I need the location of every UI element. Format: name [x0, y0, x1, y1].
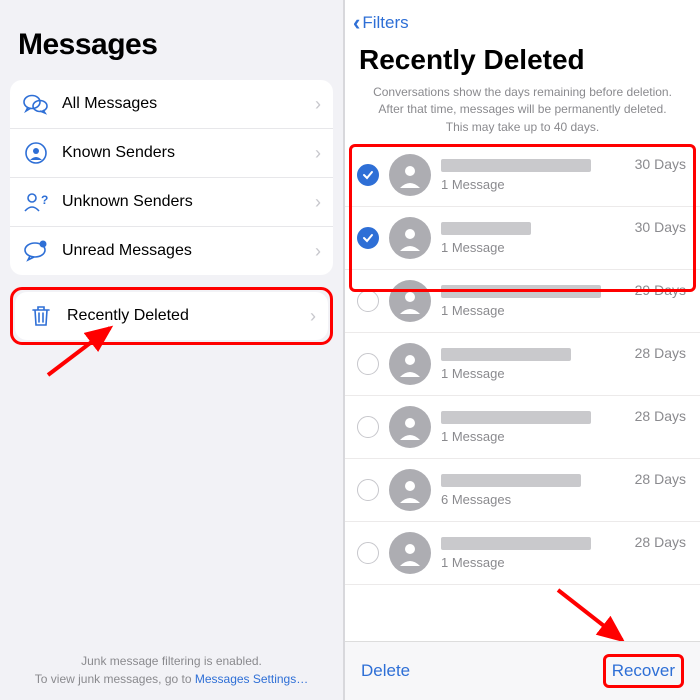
trash-icon: [27, 302, 55, 330]
redacted-name: [441, 348, 571, 361]
selection-checkbox[interactable]: [357, 416, 379, 438]
conversation-body: 1 Message: [441, 159, 625, 192]
messages-settings-link[interactable]: Messages Settings…: [195, 672, 308, 686]
redacted-name: [441, 222, 531, 235]
avatar-icon: [389, 154, 431, 196]
filter-known-senders[interactable]: Known Senders ›: [10, 128, 333, 177]
message-count: 1 Message: [441, 240, 625, 255]
selection-checkbox[interactable]: [357, 164, 379, 186]
avatar-icon: [389, 343, 431, 385]
delete-button[interactable]: Delete: [361, 661, 410, 681]
message-count: 1 Message: [441, 303, 625, 318]
svg-text:?: ?: [41, 193, 48, 207]
conversation-row[interactable]: 1 Message 28 Days: [345, 522, 700, 585]
filter-unknown-senders[interactable]: ? Unknown Senders ›: [10, 177, 333, 226]
days-remaining: 30 Days: [635, 217, 686, 235]
bottom-toolbar: Delete Recover: [345, 641, 700, 700]
conversation-body: 1 Message: [441, 348, 625, 381]
message-count: 1 Message: [441, 555, 625, 570]
filter-all-messages[interactable]: All Messages ›: [10, 80, 333, 128]
selection-checkbox[interactable]: [357, 353, 379, 375]
conversation-body: 1 Message: [441, 537, 625, 570]
days-remaining: 28 Days: [635, 343, 686, 361]
selection-checkbox[interactable]: [357, 227, 379, 249]
chevron-right-icon: ›: [315, 143, 321, 164]
conversation-row[interactable]: 1 Message 29 Days: [345, 270, 700, 333]
conversation-body: 1 Message: [441, 411, 625, 444]
conversation-row[interactable]: 1 Message 30 Days: [345, 207, 700, 270]
filters-list: All Messages › Known Senders › ? Unknown…: [10, 80, 333, 275]
recover-button[interactable]: Recover: [612, 661, 675, 681]
filter-label: Known Senders: [62, 144, 303, 162]
page-title: Recently Deleted: [345, 42, 700, 84]
avatar-icon: [389, 532, 431, 574]
days-remaining: 28 Days: [635, 469, 686, 487]
conversation-body: 6 Messages: [441, 474, 625, 507]
highlight-recently-deleted: Recently Deleted ›: [10, 287, 333, 345]
avatar-icon: [389, 406, 431, 448]
filter-label: Unread Messages: [62, 242, 303, 260]
conversation-body: 1 Message: [441, 222, 625, 255]
filter-recently-deleted[interactable]: Recently Deleted ›: [15, 292, 328, 340]
filter-label: Recently Deleted: [67, 307, 298, 325]
message-count: 1 Message: [441, 366, 625, 381]
redacted-name: [441, 285, 601, 298]
selection-checkbox[interactable]: [357, 479, 379, 501]
nav-bar: ‹ Filters: [345, 0, 700, 42]
selection-checkbox[interactable]: [357, 290, 379, 312]
days-remaining: 29 Days: [635, 280, 686, 298]
person-question-icon: ?: [22, 188, 50, 216]
redacted-name: [441, 411, 591, 424]
chevron-left-icon: ‹: [353, 10, 360, 36]
avatar-icon: [389, 280, 431, 322]
message-count: 1 Message: [441, 429, 625, 444]
chevron-right-icon: ›: [310, 306, 316, 327]
days-remaining: 28 Days: [635, 532, 686, 550]
avatar-icon: [389, 217, 431, 259]
person-circle-icon: [22, 139, 50, 167]
page-title: Messages: [10, 0, 333, 76]
junk-filtering-notice: Junk message filtering is enabled. To vi…: [0, 652, 343, 688]
redacted-name: [441, 537, 591, 550]
conversation-row[interactable]: 6 Messages 28 Days: [345, 459, 700, 522]
back-to-filters[interactable]: ‹ Filters: [353, 10, 409, 36]
chevron-right-icon: ›: [315, 192, 321, 213]
message-count: 6 Messages: [441, 492, 625, 507]
message-count: 1 Message: [441, 177, 625, 192]
selection-checkbox[interactable]: [357, 542, 379, 564]
conversation-row[interactable]: 1 Message 30 Days: [345, 144, 700, 207]
redacted-name: [441, 159, 591, 172]
messages-filters-pane: Messages All Messages › Known Senders › …: [0, 0, 345, 700]
redacted-name: [441, 474, 581, 487]
conversation-body: 1 Message: [441, 285, 625, 318]
filter-label: Unknown Senders: [62, 193, 303, 211]
conversation-row[interactable]: 1 Message 28 Days: [345, 333, 700, 396]
unread-bubble-icon: [22, 237, 50, 265]
deletion-notice: Conversations show the days remaining be…: [345, 84, 700, 144]
recently-deleted-pane: ‹ Filters Recently Deleted Conversations…: [345, 0, 700, 700]
days-remaining: 30 Days: [635, 154, 686, 172]
highlight-recover: Recover: [603, 654, 684, 688]
chevron-right-icon: ›: [315, 241, 321, 262]
avatar-icon: [389, 469, 431, 511]
days-remaining: 28 Days: [635, 406, 686, 424]
chat-bubbles-icon: [22, 90, 50, 118]
conversation-list: 1 Message30 Days1 Message30 Days1 Messag…: [345, 144, 700, 585]
filter-unread-messages[interactable]: Unread Messages ›: [10, 226, 333, 275]
chevron-right-icon: ›: [315, 94, 321, 115]
conversation-row[interactable]: 1 Message 28 Days: [345, 396, 700, 459]
filter-label: All Messages: [62, 95, 303, 113]
